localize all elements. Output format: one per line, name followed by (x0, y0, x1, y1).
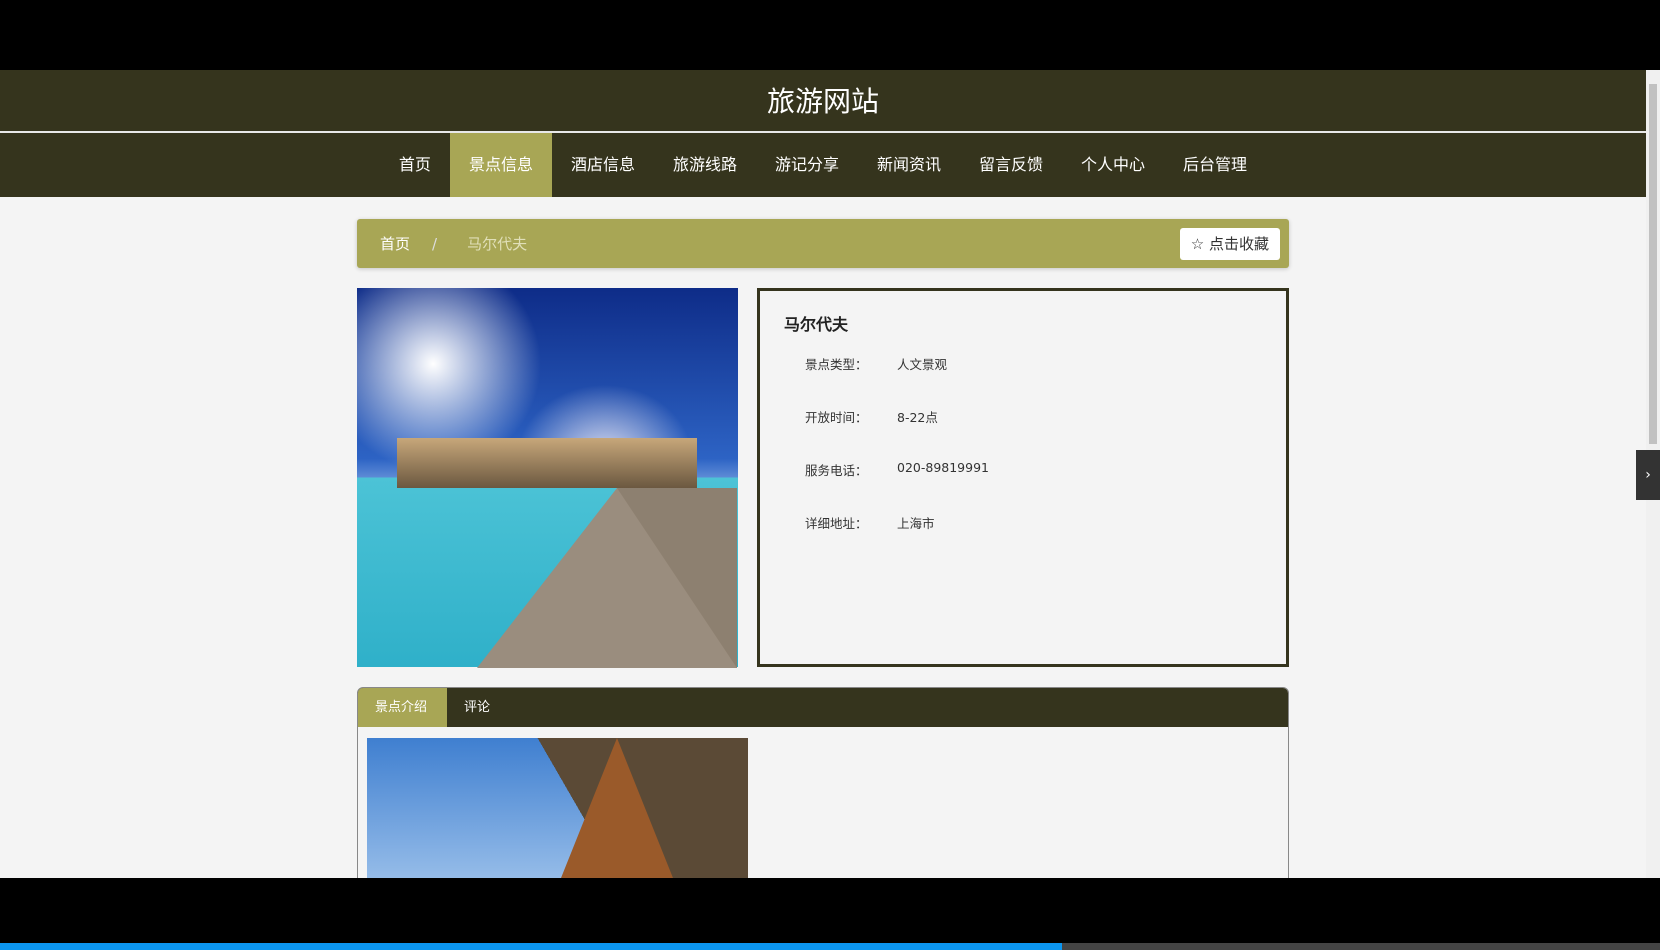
field-label: 服务电话： (805, 463, 868, 478)
nav-profile[interactable]: 个人中心 (1062, 133, 1164, 197)
field-label: 详细地址： (805, 516, 868, 531)
scrollbar-thumb[interactable] (1649, 84, 1657, 444)
nav-attractions[interactable]: 景点信息 (449, 133, 552, 197)
boardwalk (477, 488, 737, 668)
attraction-name: 马尔代夫 (784, 315, 849, 334)
field-value: 020-89819991 (897, 460, 989, 475)
water-bungalows (397, 438, 697, 488)
site-title: 旅游网站 (0, 70, 1646, 133)
nav-admin[interactable]: 后台管理 (1164, 133, 1266, 197)
tab-introduction[interactable]: 景点介绍 (358, 688, 447, 727)
breadcrumb: 首页 / 马尔代夫 ☆ 点击收藏 (357, 219, 1289, 268)
breadcrumb-current: 马尔代夫 (467, 235, 528, 253)
tab-bar: 景点介绍 评论 (358, 688, 1288, 727)
field-value: 上海市 (897, 516, 935, 531)
info-row-type: 景点类型： 人文景观 (805, 354, 947, 373)
hut-frame (557, 738, 677, 878)
nav-hotels[interactable]: 酒店信息 (552, 133, 654, 197)
side-panel-toggle[interactable]: › (1636, 450, 1660, 500)
star-icon: ☆ (1190, 235, 1205, 253)
favorite-label: 点击收藏 (1208, 235, 1269, 253)
nav-feedback[interactable]: 留言反馈 (960, 133, 1062, 197)
nav-home[interactable]: 首页 (380, 133, 450, 197)
nav-routes[interactable]: 旅游线路 (654, 133, 756, 197)
progress-fill (0, 943, 1063, 950)
field-value: 人文景观 (897, 357, 948, 372)
detail-tabs: 景点介绍 评论 (357, 687, 1289, 878)
info-row-address: 详细地址： 上海市 (805, 513, 935, 532)
attraction-image (357, 288, 738, 668)
field-value: 8-22点 (897, 410, 938, 425)
field-label: 景点类型： (805, 357, 868, 372)
field-label: 开放时间： (805, 410, 868, 425)
nav-travelogues[interactable]: 游记分享 (756, 133, 858, 197)
tab-comments[interactable]: 评论 (447, 688, 507, 727)
attraction-info-panel: 马尔代夫 景点类型： 人文景观 开放时间： 8-22点 服务电话： 020-89819… (757, 288, 1289, 667)
introduction-image (367, 738, 748, 878)
main-nav: 首页 景点信息 酒店信息 旅游线路 游记分享 新闻资讯 留言反馈 个人中心 后台… (0, 133, 1646, 197)
breadcrumb-home[interactable]: 首页 (380, 233, 410, 254)
nav-news[interactable]: 新闻资讯 (858, 133, 960, 197)
video-progress-bar[interactable] (0, 943, 1660, 950)
info-row-hours: 开放时间： 8-22点 (805, 407, 938, 426)
page: 旅游网站 首页 景点信息 酒店信息 旅游线路 游记分享 新闻资讯 留言反馈 个人… (0, 70, 1646, 878)
favorite-button[interactable]: ☆ 点击收藏 (1179, 228, 1280, 260)
breadcrumb-separator: / (432, 234, 438, 253)
chevron-right-icon: › (1645, 467, 1651, 483)
info-row-phone: 服务电话： 020-89819991 (805, 460, 989, 479)
